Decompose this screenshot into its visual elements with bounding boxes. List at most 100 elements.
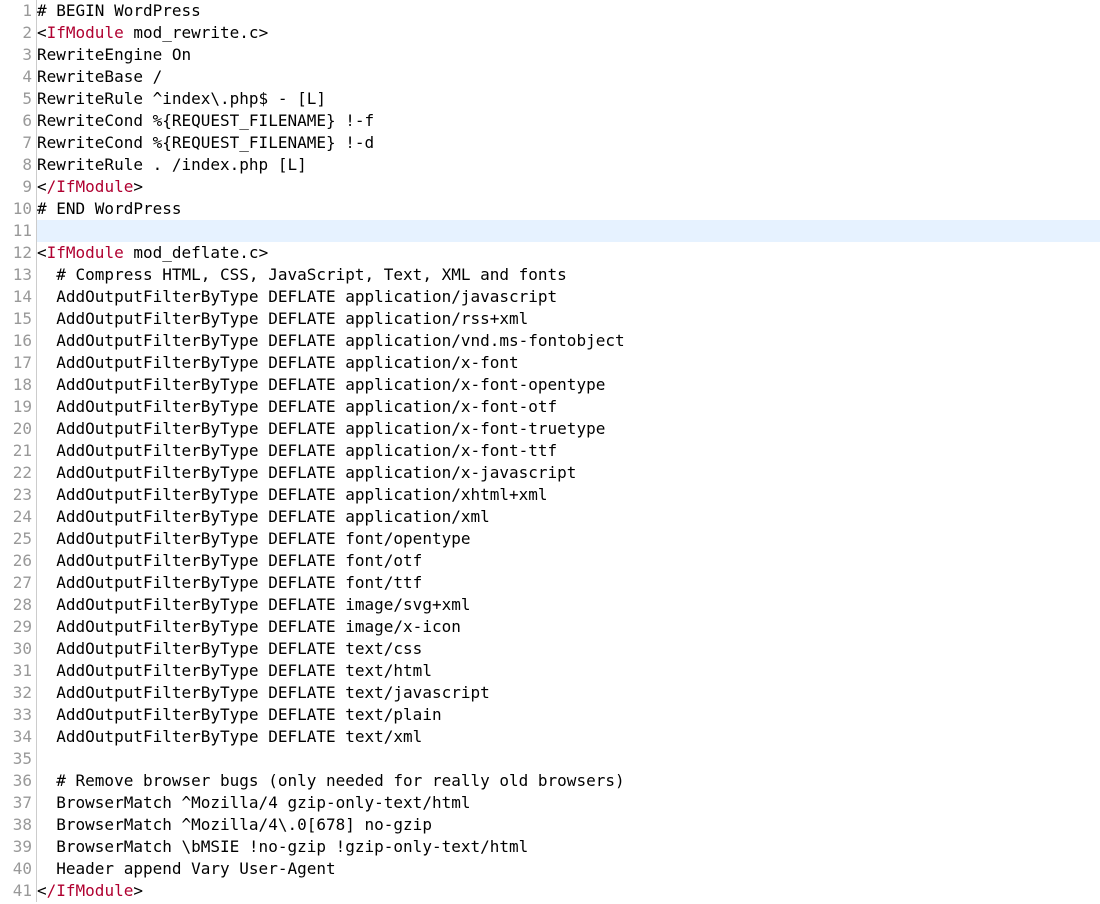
line-number: 3 <box>0 44 36 66</box>
line-number: 35 <box>0 748 36 770</box>
line-number: 24 <box>0 506 36 528</box>
code-text: BrowserMatch ^Mozilla/4 gzip-only-text/h… <box>37 793 470 812</box>
code-line[interactable]: AddOutputFilterByType DEFLATE font/otf <box>37 550 1100 572</box>
code-line[interactable]: # Remove browser bugs (only needed for r… <box>37 770 1100 792</box>
code-text: AddOutputFilterByType DEFLATE text/css <box>37 639 422 658</box>
line-number: 29 <box>0 616 36 638</box>
line-number: 41 <box>0 880 36 902</box>
code-text: BrowserMatch \bMSIE !no-gzip !gzip-only-… <box>37 837 528 856</box>
line-number: 1 <box>0 0 36 22</box>
code-editor[interactable]: 1234567891011121314151617181920212223242… <box>0 0 1100 902</box>
code-text: AddOutputFilterByType DEFLATE text/plain <box>37 705 442 724</box>
code-line[interactable]: RewriteRule ^index\.php$ - [L] <box>37 88 1100 110</box>
line-number: 5 <box>0 88 36 110</box>
code-line[interactable]: AddOutputFilterByType DEFLATE applicatio… <box>37 462 1100 484</box>
code-text: BrowserMatch ^Mozilla/4\.0[678] no-gzip <box>37 815 432 834</box>
code-text: mod_rewrite.c <box>124 23 259 42</box>
code-line[interactable]: AddOutputFilterByType DEFLATE applicatio… <box>37 352 1100 374</box>
line-number: 21 <box>0 440 36 462</box>
line-number-gutter: 1234567891011121314151617181920212223242… <box>0 0 37 902</box>
code-line[interactable]: </IfModule> <box>37 880 1100 902</box>
line-number: 17 <box>0 352 36 374</box>
syntax-punct: < <box>37 243 47 262</box>
line-number: 25 <box>0 528 36 550</box>
code-line[interactable]: RewriteRule . /index.php [L] <box>37 154 1100 176</box>
line-number: 14 <box>0 286 36 308</box>
code-line[interactable]: RewriteCond %{REQUEST_FILENAME} !-d <box>37 132 1100 154</box>
code-line[interactable]: RewriteBase / <box>37 66 1100 88</box>
line-number: 34 <box>0 726 36 748</box>
code-text: AddOutputFilterByType DEFLATE applicatio… <box>37 353 519 372</box>
code-line[interactable]: AddOutputFilterByType DEFLATE font/opent… <box>37 528 1100 550</box>
code-line[interactable]: RewriteCond %{REQUEST_FILENAME} !-f <box>37 110 1100 132</box>
code-line[interactable]: BrowserMatch \bMSIE !no-gzip !gzip-only-… <box>37 836 1100 858</box>
code-line[interactable]: AddOutputFilterByType DEFLATE applicatio… <box>37 396 1100 418</box>
code-content[interactable]: # BEGIN WordPress<IfModule mod_rewrite.c… <box>37 0 1100 902</box>
code-line[interactable]: AddOutputFilterByType DEFLATE applicatio… <box>37 308 1100 330</box>
line-number: 2 <box>0 22 36 44</box>
code-line[interactable]: AddOutputFilterByType DEFLATE applicatio… <box>37 286 1100 308</box>
code-line[interactable]: AddOutputFilterByType DEFLATE font/ttf <box>37 572 1100 594</box>
line-number: 19 <box>0 396 36 418</box>
line-number: 22 <box>0 462 36 484</box>
code-line[interactable]: AddOutputFilterByType DEFLATE text/plain <box>37 704 1100 726</box>
code-line[interactable]: Header append Vary User-Agent <box>37 858 1100 880</box>
code-line[interactable] <box>37 220 1100 242</box>
code-text: mod_deflate.c <box>124 243 259 262</box>
line-number: 11 <box>0 220 36 242</box>
line-number: 39 <box>0 836 36 858</box>
code-text: AddOutputFilterByType DEFLATE image/svg+… <box>37 595 470 614</box>
syntax-tag: IfModule <box>47 23 124 42</box>
code-text: # BEGIN WordPress <box>37 1 201 20</box>
code-text: # Compress HTML, CSS, JavaScript, Text, … <box>37 265 567 284</box>
code-text: AddOutputFilterByType DEFLATE applicatio… <box>37 397 557 416</box>
code-text: RewriteCond %{REQUEST_FILENAME} !-d <box>37 133 374 152</box>
line-number: 27 <box>0 572 36 594</box>
code-line[interactable]: # Compress HTML, CSS, JavaScript, Text, … <box>37 264 1100 286</box>
line-number: 40 <box>0 858 36 880</box>
line-number: 12 <box>0 242 36 264</box>
line-number: 30 <box>0 638 36 660</box>
code-line[interactable]: AddOutputFilterByType DEFLATE text/html <box>37 660 1100 682</box>
code-line[interactable]: AddOutputFilterByType DEFLATE image/svg+… <box>37 594 1100 616</box>
code-text: Header append Vary User-Agent <box>37 859 336 878</box>
line-number: 23 <box>0 484 36 506</box>
code-line[interactable]: AddOutputFilterByType DEFLATE applicatio… <box>37 418 1100 440</box>
code-line[interactable]: AddOutputFilterByType DEFLATE applicatio… <box>37 374 1100 396</box>
code-text: AddOutputFilterByType DEFLATE image/x-ic… <box>37 617 461 636</box>
code-line[interactable] <box>37 748 1100 770</box>
code-line[interactable]: <IfModule mod_rewrite.c> <box>37 22 1100 44</box>
code-text: AddOutputFilterByType DEFLATE text/javas… <box>37 683 490 702</box>
code-line[interactable]: AddOutputFilterByType DEFLATE text/css <box>37 638 1100 660</box>
code-text: RewriteEngine On <box>37 45 191 64</box>
line-number: 4 <box>0 66 36 88</box>
line-number: 28 <box>0 594 36 616</box>
syntax-tag: /IfModule <box>47 177 134 196</box>
code-line[interactable]: AddOutputFilterByType DEFLATE applicatio… <box>37 330 1100 352</box>
line-number: 13 <box>0 264 36 286</box>
code-line[interactable]: BrowserMatch ^Mozilla/4 gzip-only-text/h… <box>37 792 1100 814</box>
code-line[interactable]: # END WordPress <box>37 198 1100 220</box>
line-number: 37 <box>0 792 36 814</box>
syntax-punct: > <box>133 177 143 196</box>
code-text: AddOutputFilterByType DEFLATE applicatio… <box>37 287 557 306</box>
code-text: AddOutputFilterByType DEFLATE applicatio… <box>37 331 625 350</box>
line-number: 16 <box>0 330 36 352</box>
code-text: AddOutputFilterByType DEFLATE applicatio… <box>37 309 528 328</box>
code-line[interactable]: </IfModule> <box>37 176 1100 198</box>
code-text: AddOutputFilterByType DEFLATE font/otf <box>37 551 422 570</box>
code-line[interactable]: BrowserMatch ^Mozilla/4\.0[678] no-gzip <box>37 814 1100 836</box>
code-line[interactable]: AddOutputFilterByType DEFLATE applicatio… <box>37 506 1100 528</box>
code-line[interactable]: # BEGIN WordPress <box>37 0 1100 22</box>
code-line[interactable]: AddOutputFilterByType DEFLATE applicatio… <box>37 484 1100 506</box>
code-line[interactable]: AddOutputFilterByType DEFLATE image/x-ic… <box>37 616 1100 638</box>
code-line[interactable]: AddOutputFilterByType DEFLATE text/xml <box>37 726 1100 748</box>
code-line[interactable]: RewriteEngine On <box>37 44 1100 66</box>
line-number: 10 <box>0 198 36 220</box>
code-line[interactable]: AddOutputFilterByType DEFLATE applicatio… <box>37 440 1100 462</box>
code-text: AddOutputFilterByType DEFLATE applicatio… <box>37 441 557 460</box>
code-line[interactable]: <IfModule mod_deflate.c> <box>37 242 1100 264</box>
code-line[interactable]: AddOutputFilterByType DEFLATE text/javas… <box>37 682 1100 704</box>
code-text: AddOutputFilterByType DEFLATE text/xml <box>37 727 422 746</box>
syntax-punct: > <box>259 243 269 262</box>
